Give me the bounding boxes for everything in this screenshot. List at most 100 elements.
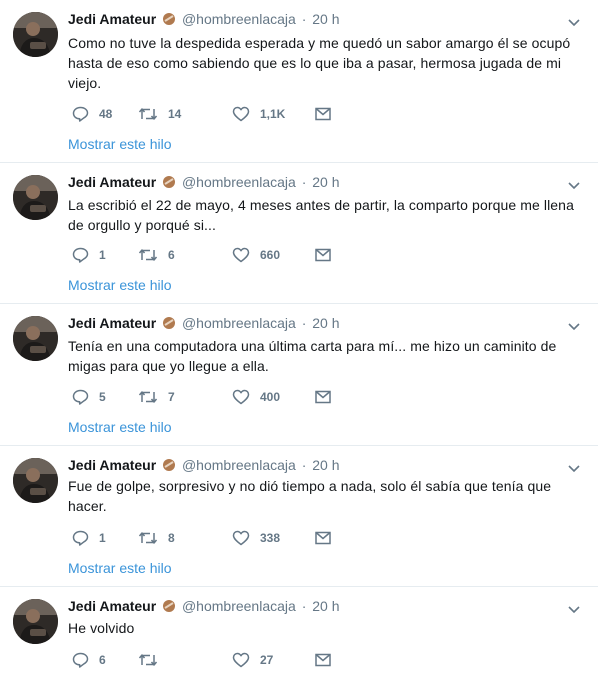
timestamp[interactable]: 20 h xyxy=(312,174,339,190)
reply-icon xyxy=(72,106,89,122)
direct-message-button[interactable] xyxy=(315,245,331,265)
separator-dot: · xyxy=(301,11,307,27)
reply-count: 1 xyxy=(99,248,106,262)
direct-message-button[interactable] xyxy=(315,650,331,670)
retweet-button[interactable]: 8 xyxy=(138,528,175,548)
author-handle[interactable]: @hombreenlacaja xyxy=(182,11,296,27)
retweet-button[interactable]: 14 xyxy=(138,104,181,124)
envelope-icon xyxy=(315,653,331,667)
chevron-down-icon[interactable] xyxy=(568,177,580,195)
retweet-icon xyxy=(138,391,158,403)
reply-icon xyxy=(72,247,89,263)
like-count: 660 xyxy=(260,248,281,262)
author-name[interactable]: Jedi Amateur xyxy=(68,11,156,27)
retweet-button[interactable] xyxy=(138,650,168,670)
show-thread-link[interactable]: Mostrar este hilo xyxy=(68,559,171,577)
retweet-count: 6 xyxy=(168,248,175,262)
reply-icon xyxy=(72,389,89,405)
tweet[interactable]: Jedi Amateur @hombreenlacaja · 20 h Tení… xyxy=(0,304,598,446)
avatar[interactable] xyxy=(13,458,58,503)
reply-button[interactable]: 1 xyxy=(72,528,106,548)
tweet-header: Jedi Amateur @hombreenlacaja · 20 h xyxy=(68,314,340,334)
chevron-down-icon[interactable] xyxy=(568,601,580,619)
author-name[interactable]: Jedi Amateur xyxy=(68,598,156,614)
avatar-photo-icon xyxy=(13,12,58,57)
show-thread-link[interactable]: Mostrar este hilo xyxy=(68,135,171,153)
heart-icon xyxy=(232,530,250,546)
tweet-text: Tenía en una computadora una última cart… xyxy=(68,338,557,374)
retweet-button[interactable]: 6 xyxy=(138,245,175,265)
avatar[interactable] xyxy=(13,12,58,57)
author-handle[interactable]: @hombreenlacaja xyxy=(182,598,296,614)
reply-count: 48 xyxy=(99,107,113,121)
tweet[interactable]: Jedi Amateur @hombreenlacaja · 20 h Fue … xyxy=(0,446,598,587)
envelope-icon xyxy=(315,531,331,545)
chevron-down-icon[interactable] xyxy=(568,318,580,336)
tweet[interactable]: Jedi Amateur @hombreenlacaja · 20 h He v… xyxy=(0,587,598,675)
like-button[interactable]: 27 xyxy=(232,650,273,670)
timestamp[interactable]: 20 h xyxy=(312,315,339,331)
chevron-down-icon[interactable] xyxy=(568,14,580,32)
timestamp[interactable]: 20 h xyxy=(312,11,339,27)
heart-icon xyxy=(232,247,250,263)
reply-button[interactable]: 48 xyxy=(72,104,112,124)
tweet-header: Jedi Amateur @hombreenlacaja · 20 h xyxy=(68,10,340,30)
like-button[interactable]: 1,1K xyxy=(232,104,285,124)
avatar-photo-icon xyxy=(13,316,58,361)
tweet-text: La escribió el 22 de mayo, 4 meses antes… xyxy=(68,197,574,233)
like-button[interactable]: 400 xyxy=(232,387,280,407)
retweet-count: 7 xyxy=(168,390,175,404)
author-name[interactable]: Jedi Amateur xyxy=(68,315,156,331)
reply-button[interactable]: 1 xyxy=(72,245,106,265)
emoji-badge-icon xyxy=(162,458,176,476)
reply-count: 1 xyxy=(99,531,106,545)
like-count: 338 xyxy=(260,531,281,545)
like-count: 1,1K xyxy=(260,107,286,121)
tweet-text: Fue de golpe, sorpresivo y no dió tiempo… xyxy=(68,478,552,514)
timestamp[interactable]: 20 h xyxy=(312,457,339,473)
direct-message-button[interactable] xyxy=(315,528,331,548)
separator-dot: · xyxy=(301,457,307,473)
tweet-header: Jedi Amateur @hombreenlacaja · 20 h xyxy=(68,597,340,617)
author-name[interactable]: Jedi Amateur xyxy=(68,457,156,473)
show-thread-link[interactable]: Mostrar este hilo xyxy=(68,276,171,294)
avatar-photo-icon xyxy=(13,599,58,644)
envelope-icon xyxy=(315,390,331,404)
like-button[interactable]: 338 xyxy=(232,528,280,548)
reply-count: 5 xyxy=(99,390,106,404)
emoji-badge-icon xyxy=(162,316,176,334)
show-thread-link[interactable]: Mostrar este hilo xyxy=(68,418,171,436)
reply-button[interactable]: 5 xyxy=(72,387,106,407)
author-name[interactable]: Jedi Amateur xyxy=(68,174,156,190)
retweet-icon xyxy=(138,654,158,666)
avatar[interactable] xyxy=(13,599,58,644)
reply-icon xyxy=(72,652,89,668)
retweet-icon xyxy=(138,108,158,120)
author-handle[interactable]: @hombreenlacaja xyxy=(182,174,296,190)
timestamp[interactable]: 20 h xyxy=(312,598,339,614)
tweet[interactable]: Jedi Amateur @hombreenlacaja · 20 h La e… xyxy=(0,163,598,304)
direct-message-button[interactable] xyxy=(315,104,331,124)
like-button[interactable]: 660 xyxy=(232,245,280,265)
heart-icon xyxy=(232,106,250,122)
tweet-header: Jedi Amateur @hombreenlacaja · 20 h xyxy=(68,456,340,476)
avatar-photo-icon xyxy=(13,175,58,220)
retweet-button[interactable]: 7 xyxy=(138,387,175,407)
retweet-count: 8 xyxy=(168,531,175,545)
avatar[interactable] xyxy=(13,316,58,361)
avatar[interactable] xyxy=(13,175,58,220)
timeline: Jedi Amateur @hombreenlacaja · 20 h Como… xyxy=(0,0,598,675)
emoji-badge-icon xyxy=(162,599,176,617)
heart-icon xyxy=(232,389,250,405)
author-handle[interactable]: @hombreenlacaja xyxy=(182,315,296,331)
reply-button[interactable]: 6 xyxy=(72,650,106,670)
emoji-badge-icon xyxy=(162,175,176,193)
separator-dot: · xyxy=(301,315,307,331)
direct-message-button[interactable] xyxy=(315,387,331,407)
tweet-text: He volvido xyxy=(68,620,135,636)
reply-icon xyxy=(72,530,89,546)
like-count: 27 xyxy=(260,653,274,667)
author-handle[interactable]: @hombreenlacaja xyxy=(182,457,296,473)
tweet[interactable]: Jedi Amateur @hombreenlacaja · 20 h Como… xyxy=(0,0,598,163)
envelope-icon xyxy=(315,248,331,262)
